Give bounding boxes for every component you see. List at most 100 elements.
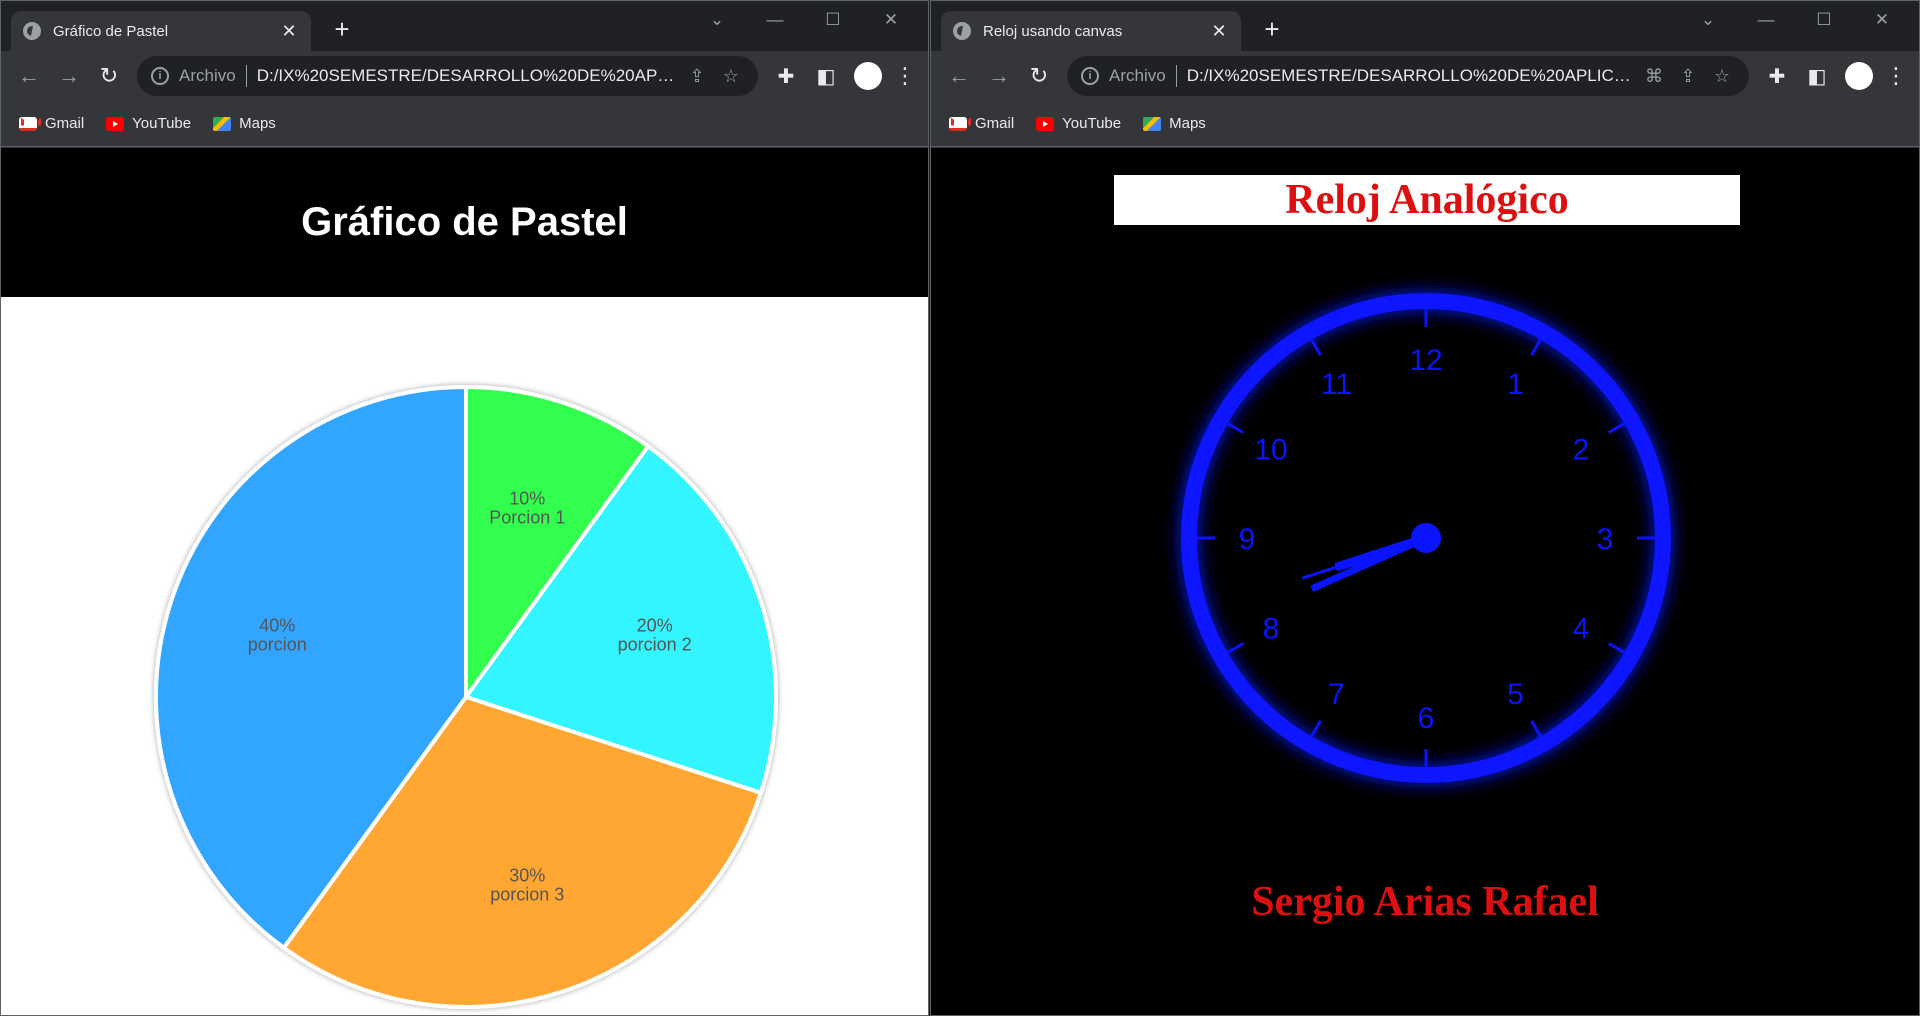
globe-icon [953, 22, 971, 40]
slice-percent-label: 40% [259, 616, 295, 636]
address-scheme: Archivo [179, 66, 236, 85]
bookmark-youtube[interactable]: YouTube [106, 115, 191, 132]
profile-avatar[interactable] [1845, 62, 1873, 90]
address-divider [245, 65, 247, 87]
bookmark-label: YouTube [1062, 115, 1122, 132]
window-controls: ⌄ — ☐ ✕ [688, 7, 920, 33]
page-content: Gráfico de Pastel 10% Porcion 1 20% porcion… [1, 148, 928, 1015]
hour-tick [1226, 642, 1245, 654]
gmail-icon [19, 116, 37, 131]
clock-number: 6 [1418, 702, 1435, 735]
clock-number: 1 [1507, 368, 1524, 401]
slice-percent-label: 30% [509, 866, 545, 886]
tab-title: Reloj usando canvas [983, 22, 1123, 40]
reload-button[interactable]: ↻ [1019, 56, 1059, 96]
maps-icon [1143, 116, 1162, 131]
bookmark-label: Maps [1169, 115, 1206, 132]
analog-clock: 121234567891011 [1181, 293, 1671, 783]
bookmark-label: YouTube [132, 115, 192, 132]
clock-number: 8 [1263, 613, 1280, 646]
clock-number: 10 [1254, 434, 1287, 467]
bookmark-star-icon[interactable]: ☆ [1705, 66, 1739, 87]
close-window-button[interactable]: ✕ [862, 7, 920, 33]
maximize-button[interactable]: ☐ [1795, 7, 1853, 33]
side-panel-icon[interactable]: ◧ [1797, 64, 1837, 89]
clock-center-hub [1411, 523, 1441, 553]
share-icon[interactable]: ⇪ [680, 66, 714, 87]
second-hand [1301, 536, 1427, 580]
browser-window-clock: Reloj usando canvas ✕ + ⌄ — ☐ ✕ ← → ↻ i … [930, 0, 1920, 1016]
address-divider [1175, 65, 1177, 87]
youtube-icon [1036, 116, 1055, 131]
hour-tick [1226, 422, 1245, 434]
menu-icon[interactable]: ⋮ [890, 63, 920, 89]
new-tab-button[interactable]: + [327, 15, 357, 43]
tab-search-icon[interactable]: ⌄ [688, 7, 746, 33]
forward-button[interactable]: → [49, 56, 89, 96]
close-window-button[interactable]: ✕ [1853, 7, 1911, 33]
youtube-icon [106, 116, 125, 131]
maps-icon [213, 116, 232, 131]
bookmarks-bar: Gmail YouTube Maps [931, 101, 1919, 147]
address-bar[interactable]: i Archivo D:/IX%20SEMESTRE/DESARROLLO%20… [137, 56, 758, 96]
back-button[interactable]: ← [939, 56, 979, 96]
pie-chart: 10%Porcion 1 20%porcion 2 30%porcion 3 40%p… [154, 384, 778, 1009]
minute-hand [1310, 534, 1428, 593]
globe-icon [23, 22, 41, 40]
minimize-button[interactable]: — [746, 7, 804, 33]
window-controls: ⌄ — ☐ ✕ [1679, 7, 1911, 33]
bookmark-maps[interactable]: Maps [213, 115, 276, 132]
tab-search-icon[interactable]: ⌄ [1679, 7, 1737, 33]
bookmarks-bar: Gmail YouTube Maps [1, 101, 928, 147]
maximize-button[interactable]: ☐ [804, 7, 862, 33]
page-title: Reloj Analógico [1285, 177, 1569, 223]
share-icon[interactable]: ⇪ [1671, 66, 1705, 87]
hour-tick [1530, 719, 1542, 738]
side-panel-icon[interactable]: ◧ [806, 64, 846, 89]
translate-icon[interactable]: ⌘ [1637, 66, 1671, 87]
slice-name-label: porcion 2 [618, 635, 692, 655]
new-tab-button[interactable]: + [1257, 15, 1287, 43]
slice-percent-label: 10% [509, 488, 545, 508]
address-bar[interactable]: i Archivo D:/IX%20SEMESTRE/DESARROLLO%20… [1067, 56, 1749, 96]
slice-name-label: Porcion 1 [489, 507, 565, 527]
minimize-button[interactable]: — [1737, 7, 1795, 33]
bookmark-gmail[interactable]: Gmail [949, 115, 1014, 132]
slice-percent-label: 20% [637, 616, 673, 636]
reload-button[interactable]: ↻ [89, 56, 129, 96]
close-tab-icon[interactable]: ✕ [279, 21, 299, 42]
browser-window-pie: Gráfico de Pastel ✕ + ⌄ — ☐ ✕ ← → ↻ i Ar… [0, 0, 929, 1016]
address-url[interactable]: D:/IX%20SEMESTRE/DESARROLLO%20DE%20APLIC… [257, 66, 680, 86]
bookmark-label: Gmail [975, 115, 1015, 132]
tab-clock[interactable]: Reloj usando canvas ✕ [941, 11, 1241, 51]
clock-number: 4 [1573, 613, 1590, 646]
slice-name-label: porcion 3 [490, 885, 564, 905]
clock-number: 9 [1239, 523, 1256, 556]
hour-tick [1607, 642, 1626, 654]
bookmark-gmail[interactable]: Gmail [19, 115, 84, 132]
clock-number: 7 [1328, 678, 1345, 711]
info-icon[interactable]: i [1081, 67, 1099, 85]
bookmark-maps[interactable]: Maps [1143, 115, 1206, 132]
hour-tick [1607, 422, 1626, 434]
page-header: Gráfico de Pastel [1, 148, 928, 297]
forward-button[interactable]: → [979, 56, 1019, 96]
tab-pie-chart[interactable]: Gráfico de Pastel ✕ [11, 11, 311, 51]
clock-number: 3 [1597, 523, 1614, 556]
info-icon[interactable]: i [151, 67, 169, 85]
extensions-icon[interactable]: ✚ [766, 64, 806, 89]
profile-avatar[interactable] [854, 62, 882, 90]
address-scheme: Archivo [1109, 66, 1166, 85]
bookmark-star-icon[interactable]: ☆ [714, 66, 748, 87]
hour-tick [1310, 338, 1322, 357]
close-tab-icon[interactable]: ✕ [1209, 21, 1229, 42]
clock-number: 11 [1321, 368, 1352, 401]
address-url[interactable]: D:/IX%20SEMESTRE/DESARROLLO%20DE%20APLIC… [1187, 66, 1637, 86]
menu-icon[interactable]: ⋮ [1881, 63, 1911, 89]
bookmark-youtube[interactable]: YouTube [1036, 115, 1121, 132]
extensions-icon[interactable]: ✚ [1757, 64, 1797, 89]
tab-strip: Reloj usando canvas ✕ + ⌄ — ☐ ✕ [931, 1, 1919, 51]
back-button[interactable]: ← [9, 56, 49, 96]
page-content: Reloj Analógico 12 1 2 3 4 5 6 7 8 9 10 11 Sergio A… [931, 148, 1919, 1015]
clock-number: 2 [1573, 434, 1590, 467]
